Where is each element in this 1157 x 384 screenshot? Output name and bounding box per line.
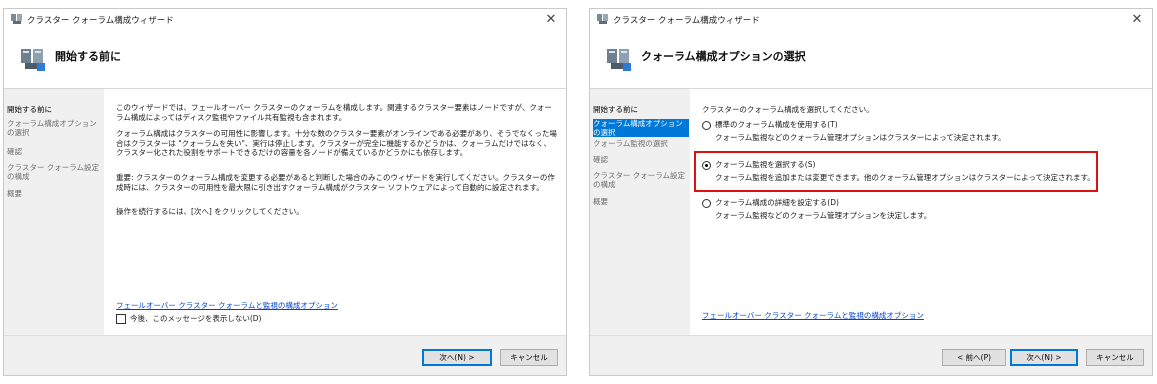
title-bar: クラスター クォーラム構成ウィザード ✕: [590, 9, 1152, 31]
cancel-button[interactable]: キャンセル: [500, 349, 558, 366]
close-button[interactable]: ✕: [536, 9, 566, 31]
window-title: クラスター クォーラム構成ウィザード: [27, 16, 174, 26]
wizard-body: 開始する前に クォーラム構成オプションの選択 クォーラム監視の選択 確認 クラス…: [590, 89, 1152, 335]
option-advanced-label: クォーラム構成の詳細を設定する(D): [715, 198, 839, 207]
cluster-app-icon: [597, 14, 608, 24]
title-bar: クラスター クォーラム構成ウィザード ✕: [4, 9, 566, 31]
cluster-app-icon: [11, 14, 22, 24]
nav-step-before-you-begin[interactable]: 開始する前に: [7, 105, 103, 114]
quorum-options-link[interactable]: フェールオーバー クラスター クォーラムと監視の構成オプション: [702, 311, 924, 321]
option-witness-label: クォーラム監視を選択する(S): [715, 160, 816, 169]
nav-step-quorum-option[interactable]: クォーラム構成オプションの選択: [593, 119, 689, 137]
page-title: クォーラム構成オプションの選択: [641, 50, 806, 63]
option-witness-radio[interactable]: [702, 161, 711, 170]
wizard-header: クォーラム構成オプションの選択: [590, 31, 1152, 87]
next-button[interactable]: 次へ(N) >: [422, 349, 492, 366]
important-paragraph: 重要: クラスターのクォーラム構成を変更する必要があると判断した場合のみこのウィ…: [116, 173, 555, 192]
previous-button[interactable]: < 前へ(P): [942, 349, 1006, 366]
nav-step-summary[interactable]: 概要: [593, 197, 689, 206]
nav-step-confirm[interactable]: 確認: [7, 147, 103, 156]
wizard-steps-nav: 開始する前に クォーラム構成オプションの選択 確認 クラスター クォーラム設定の…: [4, 89, 104, 335]
page-title: 開始する前に: [55, 50, 121, 63]
nav-step-configure[interactable]: クラスター クォーラム設定の構成: [593, 171, 689, 189]
intro-paragraph: このウィザードでは、フェールオーバー クラスターのクォーラムを構成します。関連す…: [116, 103, 552, 122]
option-advanced-radio[interactable]: [702, 199, 711, 208]
nav-step-witness[interactable]: クォーラム監視の選択: [593, 139, 689, 148]
nav-step-confirm[interactable]: 確認: [593, 155, 689, 164]
window-title: クラスター クォーラム構成ウィザード: [613, 16, 760, 26]
wizard-header: 開始する前に: [4, 31, 566, 87]
highlight-box: [694, 151, 1098, 192]
nav-step-configure[interactable]: クラスター クォーラム設定の構成: [7, 163, 103, 181]
nav-step-quorum-option[interactable]: クォーラム構成オプションの選択: [7, 119, 103, 137]
nav-step-before-you-begin[interactable]: 開始する前に: [593, 105, 689, 114]
option-advanced-desc: クォーラム監視などのクォーラム管理オプションを決定します。: [715, 211, 932, 220]
availability-paragraph: クォーラム構成はクラスターの可用性に影響します。十分な数のクラスター要素がオンラ…: [116, 129, 557, 158]
wizard-body: 開始する前に クォーラム構成オプションの選択 確認 クラスター クォーラム設定の…: [4, 89, 566, 335]
wizard-footer: < 前へ(P) 次へ(N) > キャンセル: [590, 335, 1152, 375]
dont-show-checkbox[interactable]: [116, 314, 126, 324]
next-button[interactable]: 次へ(N) >: [1010, 349, 1078, 366]
wizard-content: クラスターのクォーラム構成を選択してください。 標準のクォーラム構成を使用する(…: [694, 89, 1144, 335]
wizard-window-before-you-begin: クラスター クォーラム構成ウィザード ✕ 開始する前に 開始する前に クォーラム…: [3, 8, 567, 376]
wizard-content: このウィザードでは、フェールオーバー クラスターのクォーラムを構成します。関連す…: [116, 89, 558, 335]
option-witness-desc: クォーラム監視を追加または変更できます。他のクォーラム管理オプションはクラスター…: [715, 173, 1095, 182]
quorum-options-link[interactable]: フェールオーバー クラスター クォーラムと監視の構成オプション: [116, 301, 338, 311]
nav-step-summary[interactable]: 概要: [7, 189, 103, 198]
wizard-steps-nav: 開始する前に クォーラム構成オプションの選択 クォーラム監視の選択 確認 クラス…: [590, 89, 690, 335]
cluster-wizard-icon: [607, 49, 631, 71]
prompt-text: クラスターのクォーラム構成を選択してください。: [702, 105, 874, 114]
wizard-footer: 次へ(N) > キャンセル: [4, 335, 566, 375]
continue-paragraph: 操作を続行するには、[次へ] をクリックしてください。: [116, 207, 304, 216]
option-typical-radio[interactable]: [702, 121, 711, 130]
option-typical-desc: クォーラム監視などのクォーラム管理オプションはクラスターによって決定されます。: [715, 133, 1006, 142]
dont-show-checkbox-label: 今後、このメッセージを表示しない(D): [130, 314, 262, 323]
cancel-button[interactable]: キャンセル: [1086, 349, 1144, 366]
option-typical-label: 標準のクォーラム構成を使用する(T): [715, 120, 838, 129]
close-button[interactable]: ✕: [1122, 9, 1152, 31]
cluster-wizard-icon: [21, 49, 45, 71]
wizard-window-select-quorum-option: クラスター クォーラム構成ウィザード ✕ クォーラム構成オプションの選択 開始す…: [589, 8, 1153, 376]
